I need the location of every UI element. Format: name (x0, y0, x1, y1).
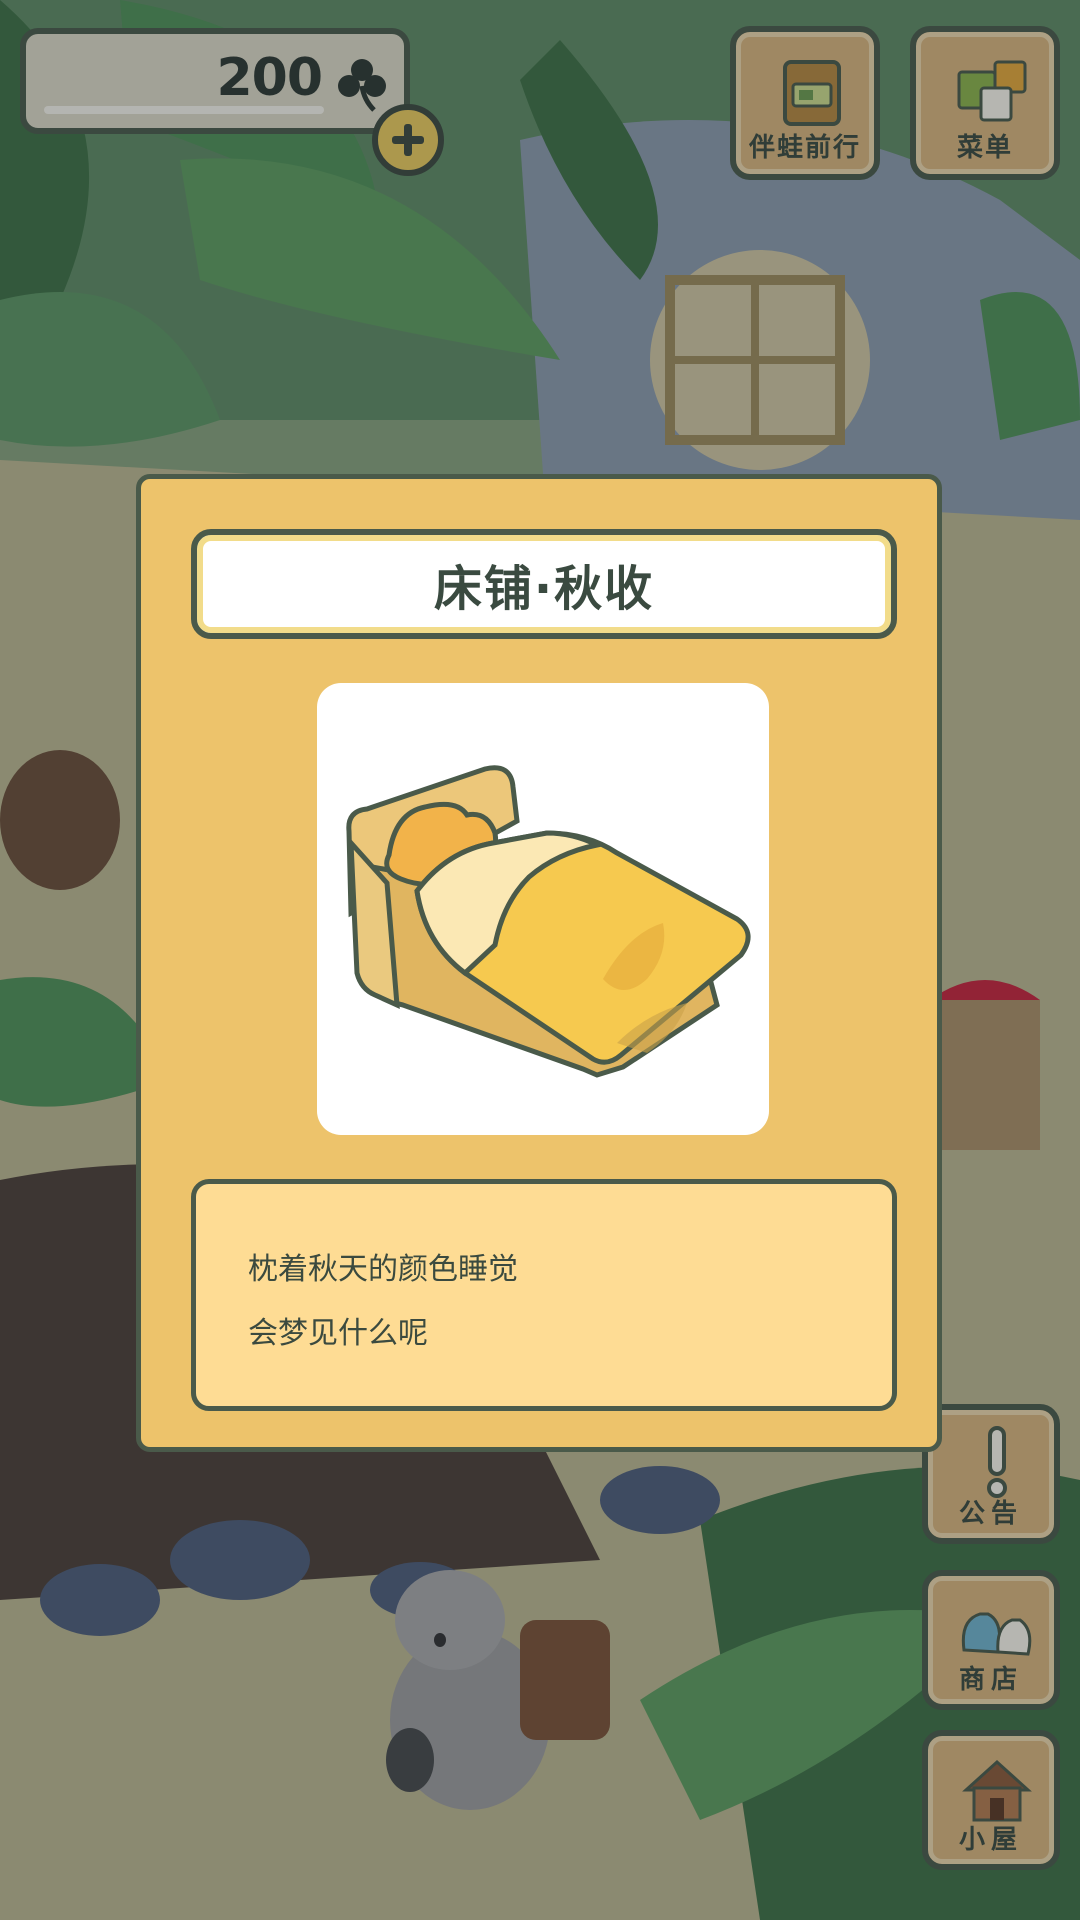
item-description-box: 枕着秋天的颜色睡觉 会梦见什么呢 (191, 1179, 897, 1411)
item-title-box: 床铺·秋收 (191, 529, 897, 639)
item-title: 床铺·秋收 (433, 561, 655, 617)
item-image-card (317, 683, 769, 1135)
game-screen: 200 伴蛙前行 菜单 公告 商店 小屋 床铺·秋收 枕着秋天的颜色睡觉 会梦见… (0, 0, 1080, 1920)
item-detail-panel: 床铺·秋收 枕着秋天的颜色睡觉 会梦见什么呢 (136, 474, 942, 1452)
description-line-1: 枕着秋天的颜色睡觉 (248, 1252, 518, 1287)
description-line-2: 会梦见什么呢 (248, 1316, 428, 1351)
autumn-bed-icon (346, 765, 751, 1078)
